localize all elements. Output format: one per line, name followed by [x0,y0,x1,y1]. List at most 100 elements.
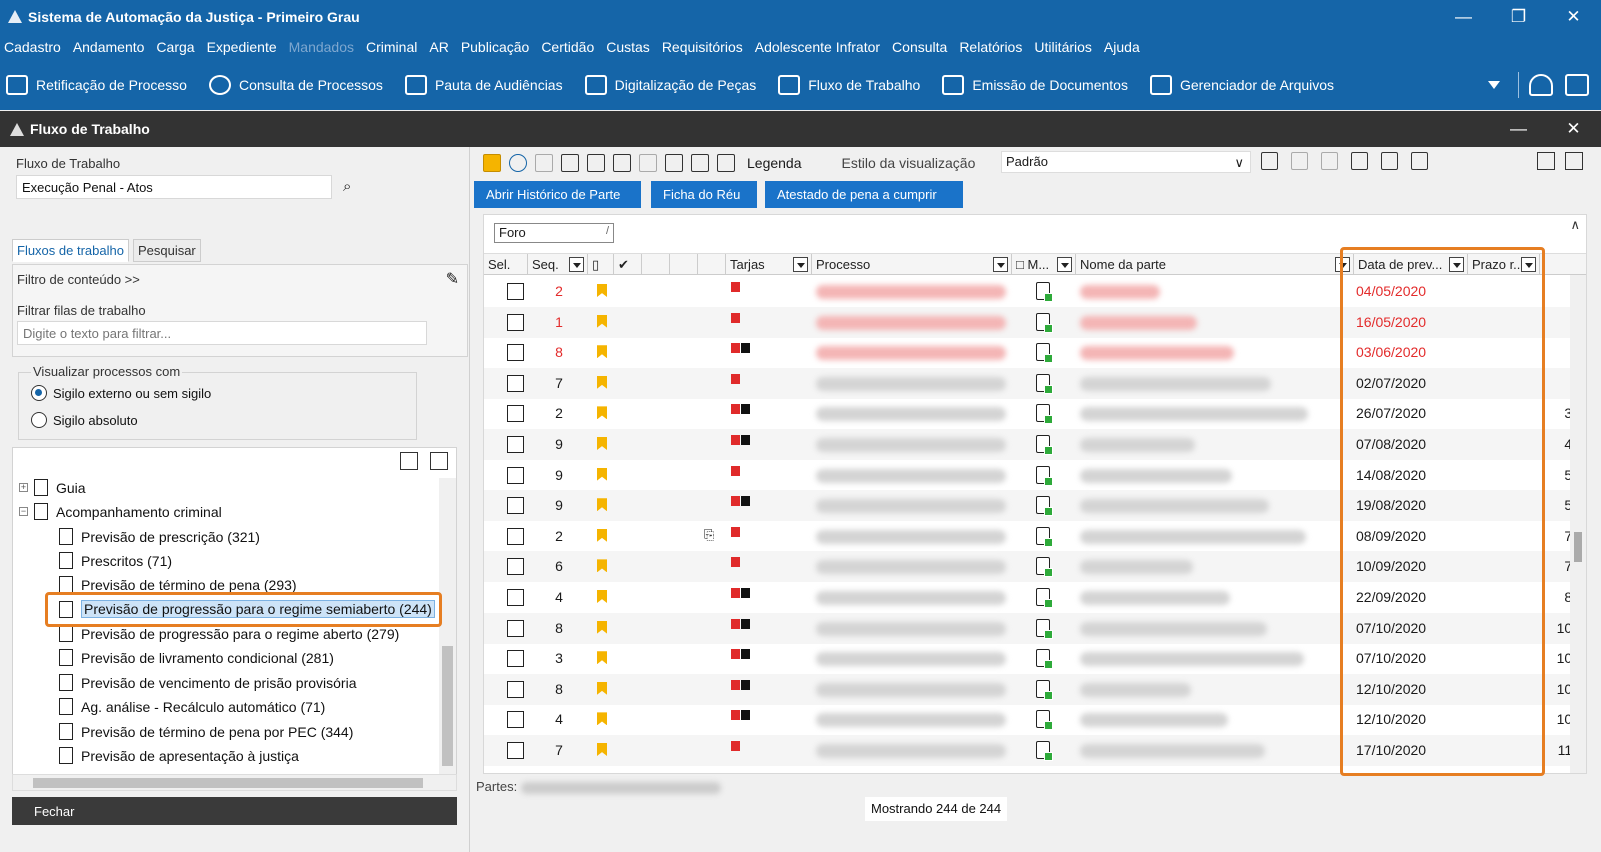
flow-input[interactable]: Execução Penal - Atos [16,175,332,199]
consulta-processos-button[interactable]: Consulta de Processos [208,75,383,95]
duplicate-icon[interactable] [561,154,579,172]
export-icon[interactable] [1411,152,1428,170]
col-nome-parte[interactable]: Nome da parte [1076,254,1354,275]
lock-icon[interactable] [587,154,605,172]
ficha-reu-button[interactable]: Ficha do Réu [651,181,757,208]
radio-sigilo-externo[interactable]: Sigilo externo ou sem sigilo [31,385,211,401]
tree-leaf[interactable]: Previsão de apresentação à justiça [59,747,299,764]
row-checkbox[interactable] [507,466,524,484]
tree-leaf[interactable]: Ag. análise - Recálculo automático (71) [59,698,325,715]
save-lock-icon[interactable] [613,154,631,172]
bookmark-flag-icon[interactable] [597,743,607,756]
filter-dropdown-icon[interactable] [993,257,1008,272]
minimize-button[interactable]: — [1436,0,1491,33]
menu-custas[interactable]: Custas [606,39,650,55]
document-status-icon[interactable] [1036,343,1053,364]
toolbar-dropdown-icon[interactable] [1488,81,1500,89]
retificacao-button[interactable]: Retificação de Processo [6,75,187,95]
document-status-icon[interactable] [1036,373,1053,394]
bookmark-flag-icon[interactable] [597,406,607,420]
col-m[interactable]: □ M... [1012,254,1076,275]
menu-adolescente-infrator[interactable]: Adolescente Infrator [755,39,880,55]
menu-ar[interactable]: AR [429,39,448,55]
tree-node[interactable]: + Guia [19,479,86,496]
document-status-icon[interactable] [1036,557,1053,578]
bookmark-flag-icon[interactable] [597,498,607,512]
grid-scroll-thumb[interactable] [1574,532,1582,562]
radio-sigilo-absoluto[interactable]: Sigilo absoluto [31,412,138,428]
row-checkbox[interactable] [507,680,524,698]
document-status-icon[interactable] [1036,404,1053,425]
pauta-audiencias-button[interactable]: Pauta de Audiências [404,75,563,95]
row-checkbox[interactable] [507,436,524,453]
tree-leaf[interactable]: Previsão de livramento condicional (281) [59,649,334,666]
bookmark-icon[interactable] [483,154,501,172]
close-button[interactable]: Fechar [34,804,74,819]
menu-andamento[interactable]: Andamento [73,39,145,55]
menu-certidao[interactable]: Certidão [541,39,594,55]
row-checkbox[interactable] [507,283,524,300]
historico-parte-button[interactable]: Abrir Histórico de Parte [474,181,641,208]
tree-scrollbar[interactable] [439,478,456,776]
row-checkbox[interactable] [507,619,524,637]
report-icon[interactable] [1381,152,1398,170]
save-icon[interactable] [1261,152,1278,170]
document-status-icon[interactable] [1036,741,1053,761]
comment-remove-icon[interactable] [717,154,735,172]
menu-cadastro[interactable]: Cadastro [4,39,61,55]
row-checkbox[interactable] [507,374,524,392]
row-checkbox[interactable] [507,589,524,606]
row-checkbox[interactable] [507,558,524,576]
document-status-icon[interactable] [1036,465,1053,486]
tab-fluxos[interactable]: Fluxos de trabalho [12,239,129,262]
subwindow-close-button[interactable]: ✕ [1546,119,1601,139]
document-status-icon[interactable] [1036,649,1053,670]
document-status-icon[interactable] [1036,710,1053,731]
menu-consulta[interactable]: Consulta [892,39,947,55]
col-tarjas[interactable]: Tarjas [726,254,812,275]
refresh-icon[interactable] [509,154,527,172]
expand-icon[interactable]: + [19,483,28,492]
tree-leaf[interactable]: Previsão de prescrição (321) [59,528,260,545]
tree-scroll-thumb[interactable] [442,646,453,766]
close-window-button[interactable]: ✕ [1546,0,1601,33]
menu-expediente[interactable]: Expediente [207,39,277,55]
menu-ajuda[interactable]: Ajuda [1104,39,1140,55]
tab-pesquisar[interactable]: Pesquisar [132,239,201,262]
document-status-icon[interactable] [1036,496,1053,517]
menu-requisitorios[interactable]: Requisitórios [662,39,743,55]
group-by-chip[interactable]: Foro / [494,223,614,243]
grid-scrollbar[interactable] [1570,275,1586,773]
bookmark-flag-icon[interactable] [597,620,607,634]
excel-icon[interactable] [1351,152,1368,170]
chevron-up-icon[interactable]: ∧ [1570,217,1580,233]
menu-carga[interactable]: Carga [156,39,194,55]
document-status-icon[interactable] [1036,282,1053,302]
filter-input[interactable] [17,321,427,345]
emissao-documentos-button[interactable]: Emissão de Documentos [942,75,1128,95]
document-status-icon[interactable] [1036,435,1053,455]
menu-publicacao[interactable]: Publicação [461,39,530,55]
row-checkbox[interactable] [507,497,524,515]
link-icon[interactable]: ⎘ [704,527,714,543]
filter-dropdown-icon[interactable] [1057,257,1072,272]
col-bookmark[interactable]: ▯ [588,254,614,275]
content-filter-toggle[interactable]: Filtro de conteúdo >> [17,272,140,287]
gerenciador-arquivos-button[interactable]: Gerenciador de Arquivos [1149,75,1334,95]
document-status-icon[interactable] [1036,526,1053,547]
row-checkbox[interactable] [507,711,524,729]
list-view-icon[interactable] [1565,152,1583,170]
bookmark-flag-icon[interactable] [597,559,607,573]
hierarchy-icon[interactable] [1537,152,1555,170]
filter-dropdown-icon[interactable] [569,257,584,272]
tree-leaf[interactable]: Previsão de término de pena (293) [59,576,297,593]
menu-utilitarios[interactable]: Utilitários [1034,39,1092,55]
restore-button[interactable]: ❐ [1491,0,1546,33]
fluxo-trabalho-button[interactable]: Fluxo de Trabalho [778,75,920,95]
document-status-icon[interactable] [1036,588,1053,608]
subwindow-minimize-button[interactable]: — [1491,119,1546,139]
bookmark-flag-icon[interactable] [597,375,607,389]
users-icon[interactable] [1529,74,1553,96]
document-status-icon[interactable] [1036,618,1053,639]
menu-relatorios[interactable]: Relatórios [959,39,1022,55]
